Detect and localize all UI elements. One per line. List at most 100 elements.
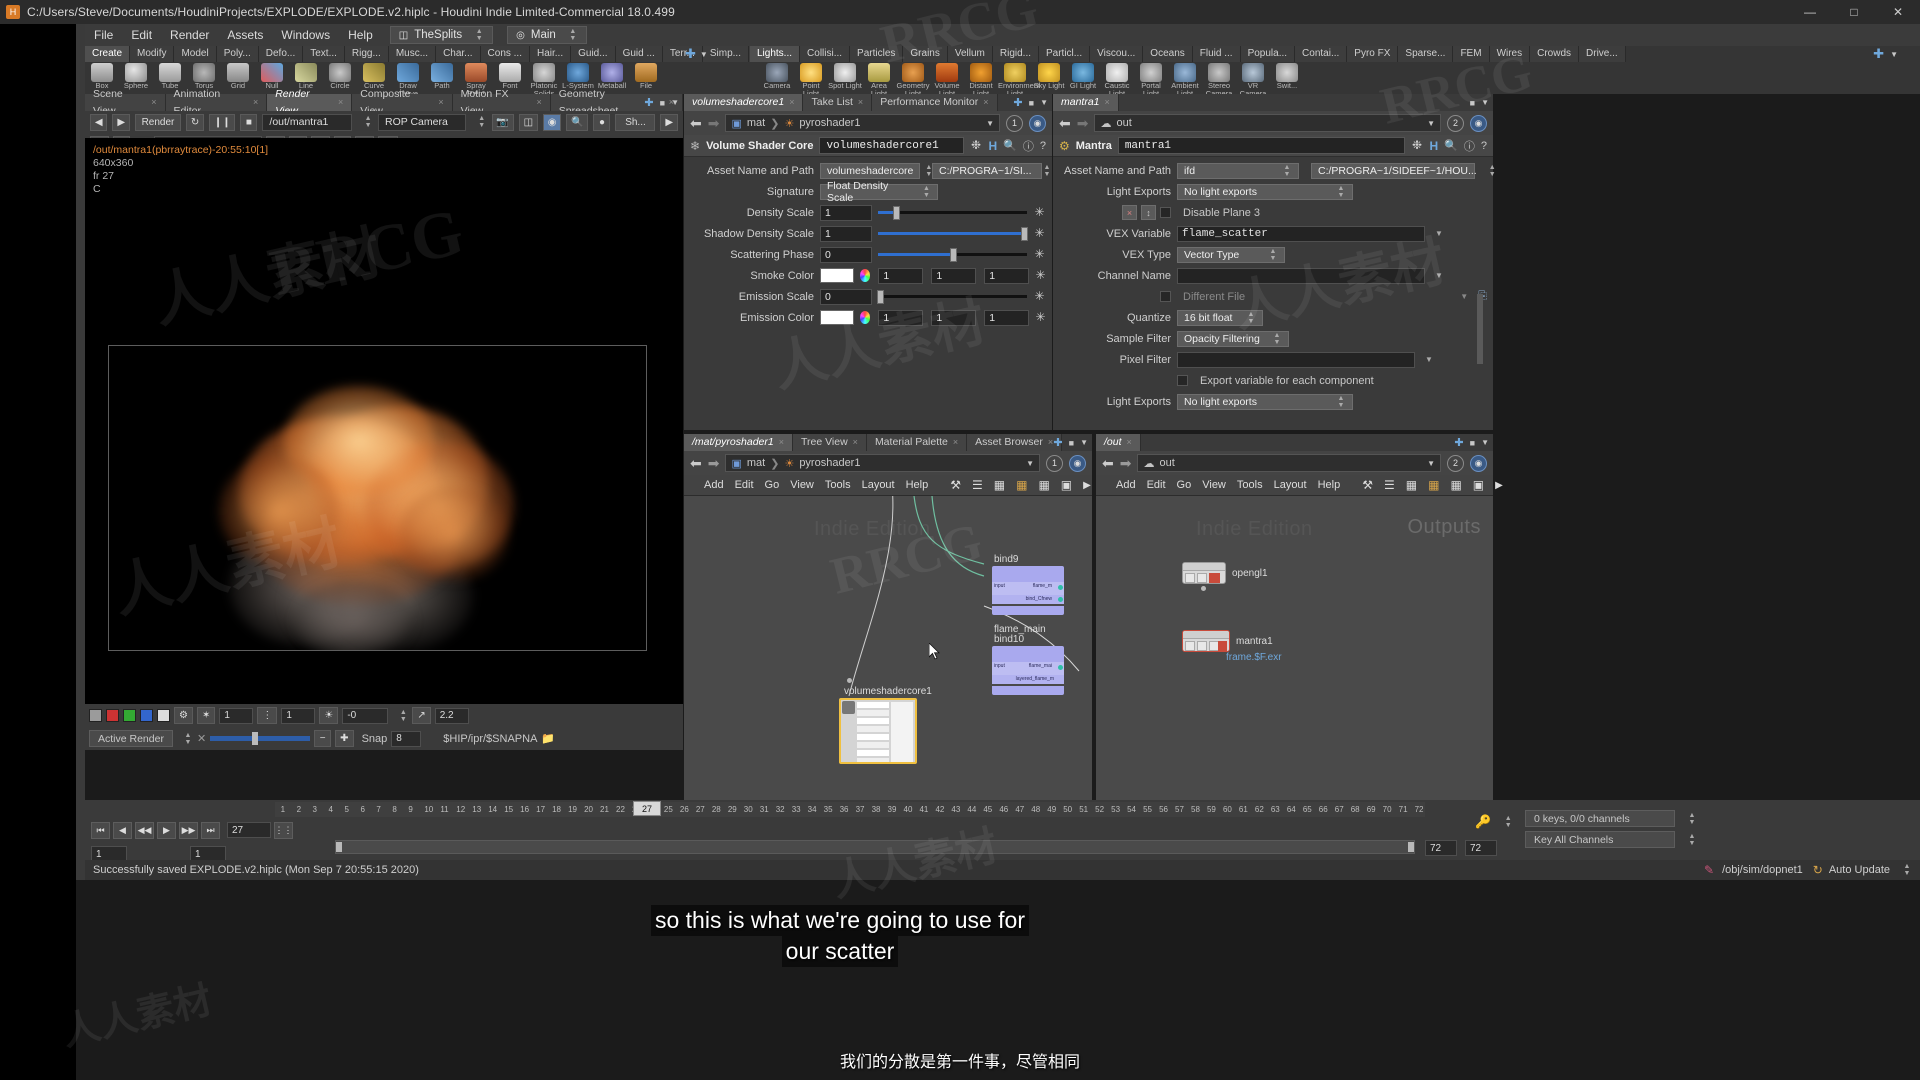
- status-pen-icon[interactable]: ✎: [1704, 863, 1714, 877]
- shelf-tab-7[interactable]: Musc...: [388, 46, 437, 62]
- netr-tree-icon[interactable]: ☰: [1384, 478, 1395, 492]
- swatch-green[interactable]: [123, 709, 136, 722]
- netl-tree-icon[interactable]: ☰: [972, 478, 983, 492]
- timeline-range-slider[interactable]: [335, 840, 1415, 854]
- timeline-playhead[interactable]: 27: [633, 801, 661, 816]
- desktop-spinner-icon[interactable]: ▲ ▼: [474, 28, 484, 42]
- netr-add-tab-icon[interactable]: ✚: [1454, 436, 1463, 449]
- shelf-tab-16[interactable]: Crowds: [1530, 46, 1580, 62]
- frame-b-field[interactable]: 1: [281, 707, 316, 724]
- tab-close-icon[interactable]: ×: [253, 94, 258, 111]
- breadcrumb-out[interactable]: out: [1116, 117, 1131, 129]
- active-render-spinner-icon[interactable]: ▲ ▼: [183, 732, 193, 746]
- parm-maximize-icon[interactable]: ■: [1029, 98, 1034, 108]
- slider-track[interactable]: [878, 226, 1029, 242]
- netl-breadcrumb-pyroshader1[interactable]: pyroshader1: [799, 457, 860, 469]
- houdini-icon[interactable]: H: [989, 139, 998, 153]
- shelf-tool-distant-light[interactable]: Distant Light: [964, 62, 998, 98]
- active-render-button[interactable]: Active Render: [89, 730, 173, 747]
- mantra-asset-spinner-icon[interactable]: ▲ ▼: [1282, 164, 1292, 178]
- frame-scrub-icon[interactable]: ⋮⋮: [274, 821, 293, 839]
- shelf-tool-caustic-light[interactable]: Caustic Light: [1100, 62, 1134, 98]
- netr-canvas[interactable]: Indie Edition Outputs opengl1 mantra1 fr…: [1096, 496, 1493, 800]
- tab-close-icon[interactable]: ×: [779, 434, 784, 451]
- remove-plane-button[interactable]: ×: [1122, 205, 1137, 220]
- swatch-red[interactable]: [106, 709, 119, 722]
- color-channel-2[interactable]: 1: [931, 309, 977, 326]
- tab-close-icon[interactable]: ×: [536, 94, 541, 111]
- split-icon[interactable]: ◫: [518, 113, 538, 131]
- menu-help[interactable]: Help: [339, 24, 382, 46]
- go-to-end-button[interactable]: ⏭: [201, 821, 220, 839]
- shelf-tab-4[interactable]: Vellum: [947, 46, 993, 62]
- netl-canvas[interactable]: Indie Edition bind9 input flame_m bind_C…: [684, 496, 1092, 800]
- shelf-tab-5[interactable]: Rigid...: [992, 46, 1039, 62]
- netmenu-view[interactable]: View: [790, 479, 814, 491]
- mantra-menu-icon[interactable]: ▼: [1481, 98, 1489, 107]
- exposure-icon[interactable]: ☀: [319, 707, 339, 724]
- color-channel-3[interactable]: 1: [984, 267, 1030, 284]
- mantra-back-icon[interactable]: ⬅: [1059, 115, 1071, 132]
- netr-breadcrumb[interactable]: ☁ out ▼: [1137, 454, 1441, 472]
- render-forward-icon[interactable]: ▶: [112, 113, 130, 131]
- netr-breadcrumb-dropdown-icon[interactable]: ▼: [1427, 459, 1435, 468]
- play-reverse-button[interactable]: ◀◀: [135, 821, 154, 839]
- tab-volumeshadercore1[interactable]: volumeshadercore1 ×: [684, 94, 804, 111]
- tab-scene-view[interactable]: Scene View×: [85, 88, 166, 117]
- tab-composite-view[interactable]: Composite View×: [352, 88, 453, 117]
- mantra-search-icon[interactable]: 🔍: [1444, 139, 1458, 152]
- keys-spinner-icon[interactable]: ▲ ▼: [1687, 812, 1697, 826]
- parm-pin-button[interactable]: 1: [1006, 114, 1023, 132]
- parm-forward-icon[interactable]: ➡: [708, 115, 720, 132]
- netmenu-add[interactable]: Add: [704, 479, 724, 491]
- search-icon[interactable]: 🔍: [1003, 139, 1017, 152]
- shelf-tab-17[interactable]: Drive...: [1579, 46, 1626, 62]
- parm-gear-icon[interactable]: ✳: [1035, 269, 1046, 282]
- mantra-menu-light-exports[interactable]: No light exports ▲ ▼: [1177, 183, 1353, 200]
- tab-close-icon[interactable]: ×: [151, 94, 156, 111]
- mantra-pin-button[interactable]: 2: [1447, 114, 1464, 132]
- tab-animation-editor[interactable]: Animation Editor×: [165, 88, 268, 117]
- tab-close-icon[interactable]: ×: [858, 94, 863, 111]
- shelf-tool-area-light[interactable]: Area Light: [862, 62, 896, 98]
- color-channel-1[interactable]: 1: [878, 267, 924, 284]
- ipr-folder-icon[interactable]: 📁: [541, 732, 555, 745]
- status-dopnet-path[interactable]: /obj/sim/dopnet1: [1722, 864, 1803, 876]
- netmenu-edit[interactable]: Edit: [1147, 479, 1166, 491]
- mantra-text-channel-name[interactable]: [1177, 267, 1425, 284]
- shelf-tab-9[interactable]: Cons ...: [480, 46, 530, 62]
- mantra-name-field[interactable]: mantra1: [1117, 137, 1405, 154]
- netmenu-help[interactable]: Help: [906, 479, 929, 491]
- pause-icon[interactable]: ❙❙: [209, 113, 236, 131]
- status-auto-update[interactable]: Auto Update: [1829, 864, 1890, 876]
- mantra-menu-vex-type[interactable]: Vector Type ▲ ▼: [1177, 246, 1285, 263]
- node-bind9[interactable]: input flame_m bind_Cfnew: [992, 566, 1064, 615]
- netl-maximize-icon[interactable]: ■: [1069, 438, 1074, 448]
- shelf-tool-vr-camera[interactable]: VR Camera: [1236, 62, 1270, 98]
- range-end-field[interactable]: 72: [1425, 840, 1457, 856]
- netmenu-edit[interactable]: Edit: [735, 479, 754, 491]
- netr-breadcrumb-out[interactable]: out: [1159, 457, 1174, 469]
- node-opengl1-output-dot[interactable]: [1201, 586, 1206, 591]
- mantra-menu-spinner-icon[interactable]: ▲ ▼: [1272, 332, 1282, 346]
- mantra-asset-path-spinner-icon[interactable]: ▲ ▼: [1489, 164, 1496, 178]
- mantra-text-vex-variable[interactable]: flame_scatter: [1177, 225, 1425, 242]
- netmenu-tools[interactable]: Tools: [825, 479, 851, 491]
- refresh-icon[interactable]: ↻: [185, 113, 205, 131]
- pane-add-tab-icon[interactable]: ✚: [644, 96, 653, 109]
- shelf-tab-14[interactable]: Simp...: [702, 46, 749, 62]
- mantra-help-icon[interactable]: ?: [1481, 140, 1487, 152]
- mantra-text-pixel-filter[interactable]: [1177, 351, 1415, 368]
- slider-value-field[interactable]: 1: [820, 225, 872, 242]
- render-canvas[interactable]: /out/mantra1(pbrraytrace)-20:55:10[1] 64…: [85, 138, 683, 704]
- shelf-tool-gi-light[interactable]: GI Light: [1066, 62, 1100, 90]
- mantra-link-button[interactable]: ◉: [1470, 114, 1487, 132]
- frame-a-field[interactable]: 1: [219, 707, 254, 724]
- menu-windows[interactable]: Windows: [272, 24, 339, 46]
- breadcrumb-mat[interactable]: mat: [747, 117, 765, 129]
- toolset-spinner-icon[interactable]: ▲ ▼: [568, 28, 578, 42]
- shelf-tab-11[interactable]: Contai...: [1295, 46, 1348, 62]
- netl-snapshot-icon[interactable]: ▣: [1061, 478, 1072, 492]
- netl-palette-icon[interactable]: ▦: [1016, 478, 1027, 492]
- frame-step-icon[interactable]: ⋮: [257, 707, 278, 724]
